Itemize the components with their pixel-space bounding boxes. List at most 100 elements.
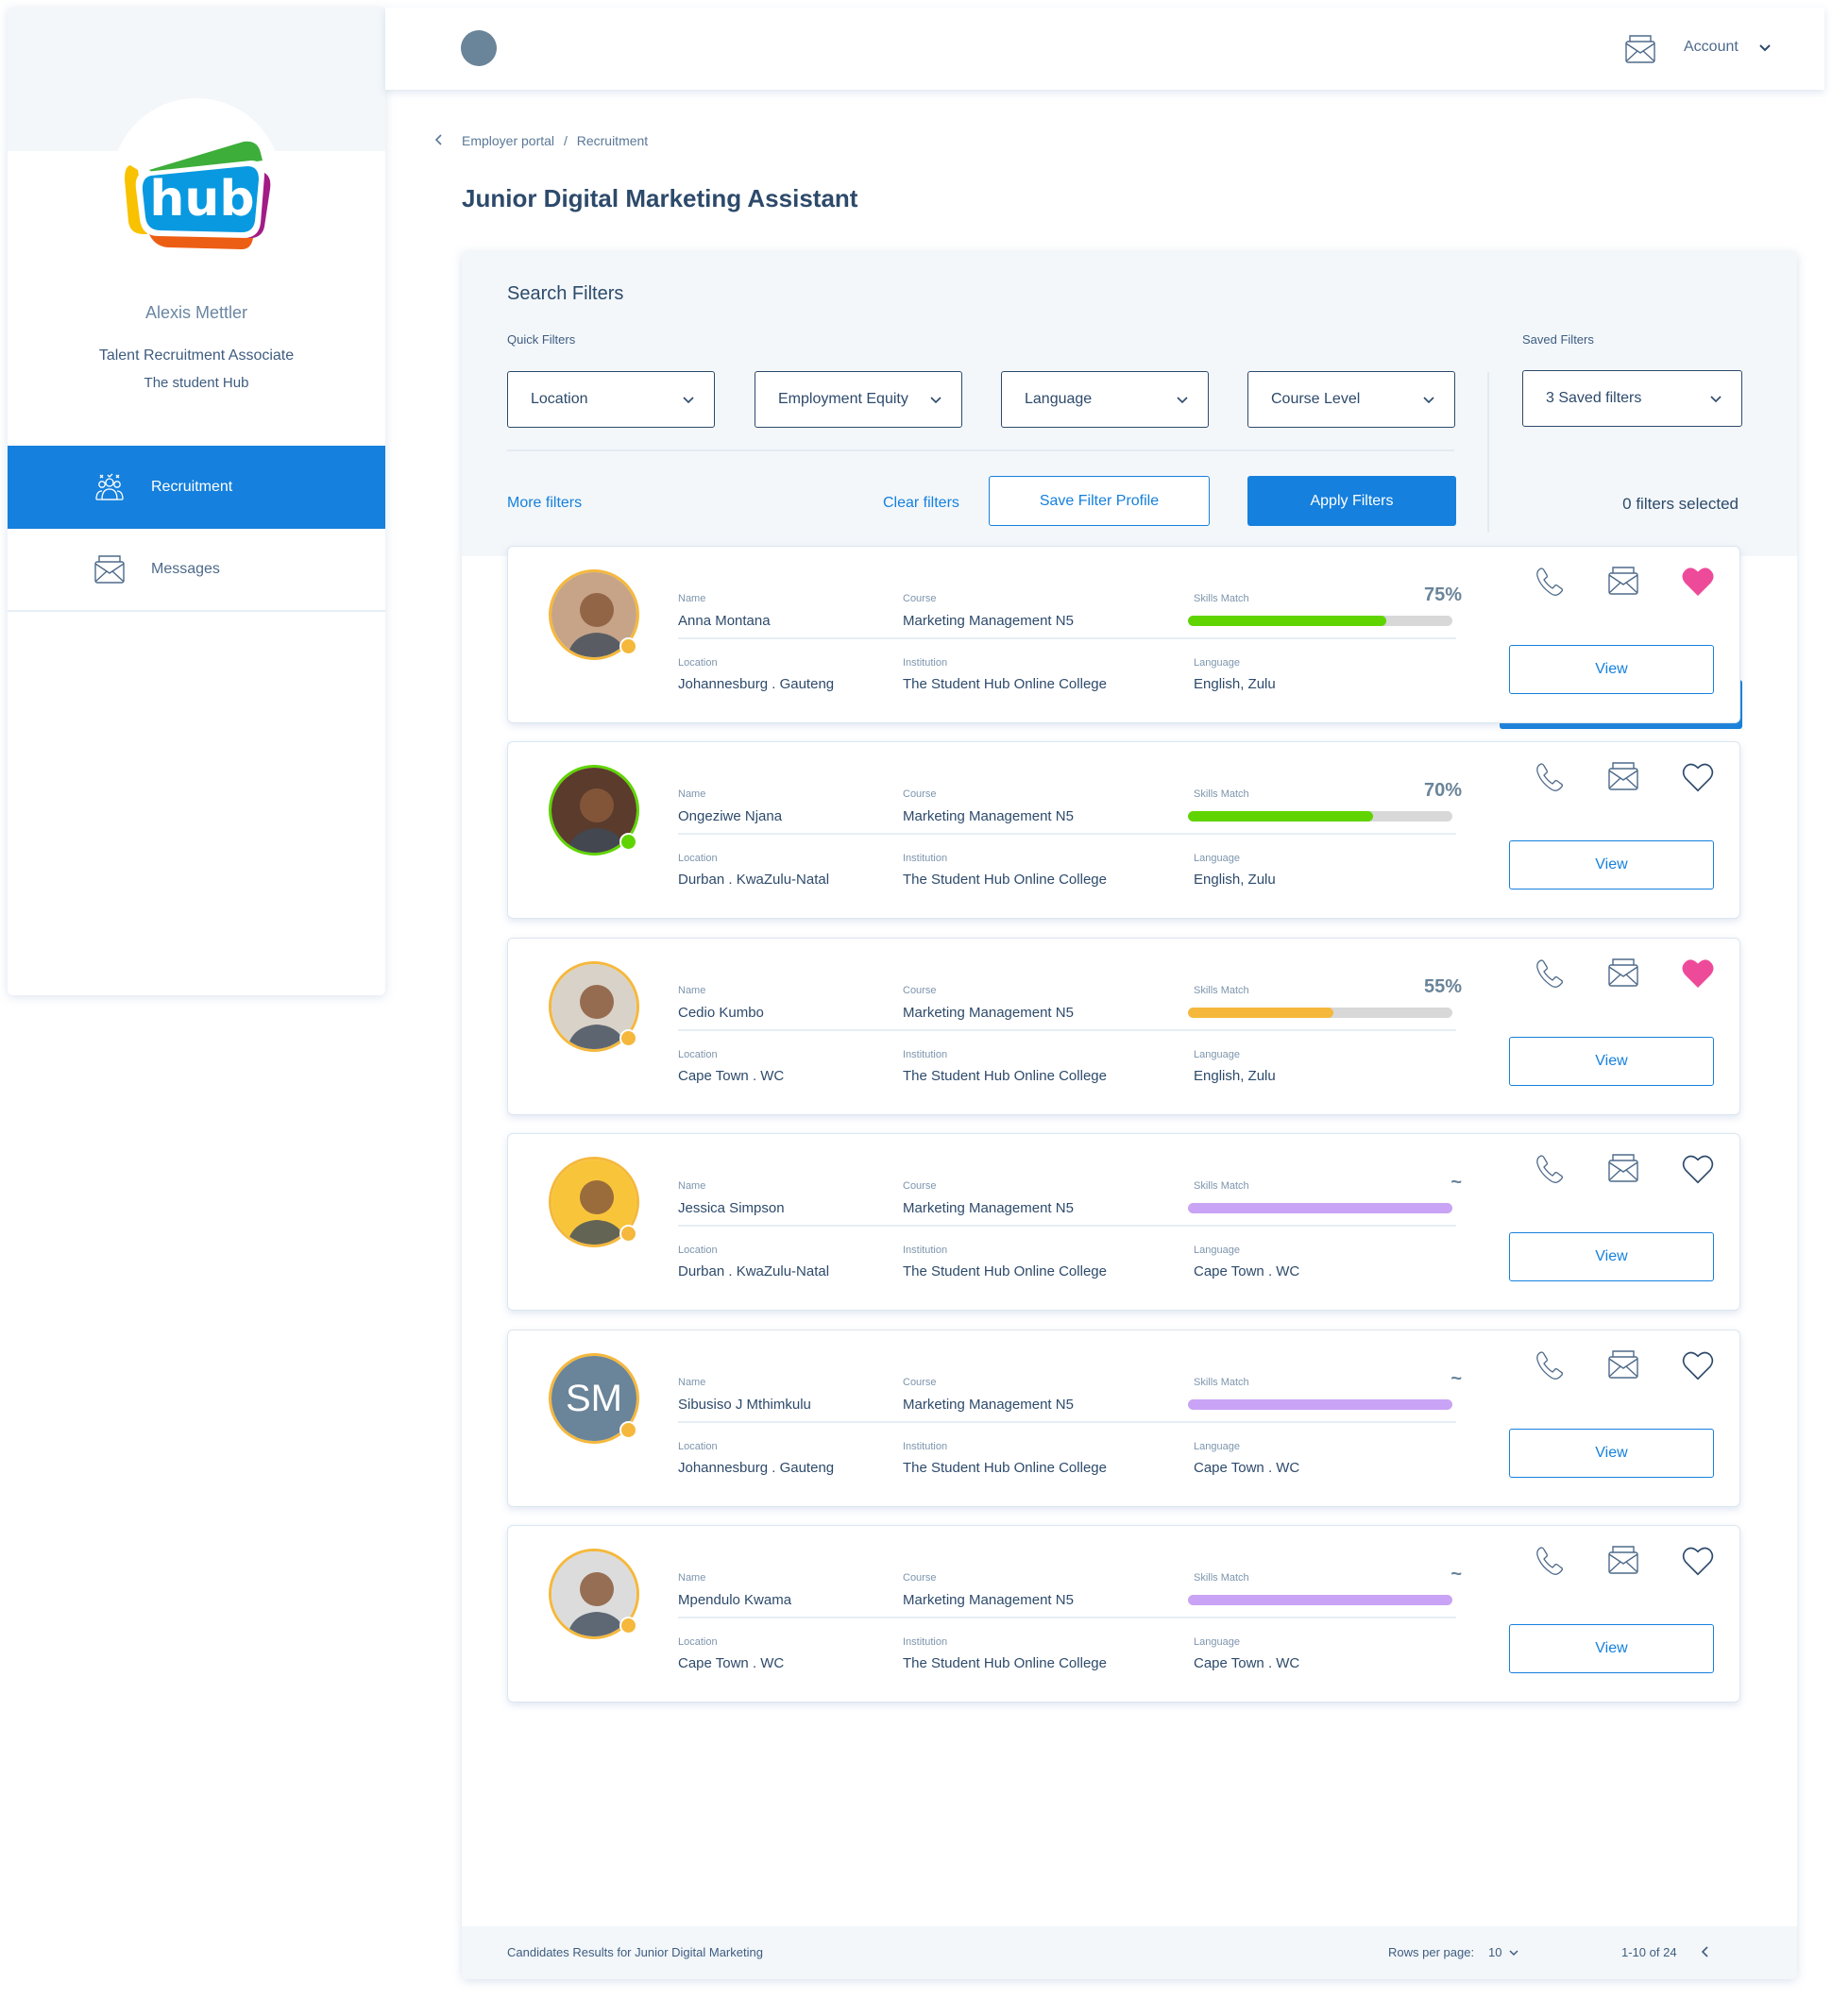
field-label: Location [678,1441,718,1452]
breadcrumb-item-recruitment[interactable]: Recruitment [577,133,648,148]
envelope-open-icon[interactable] [1607,761,1639,793]
apply-filters-button[interactable]: Apply Filters [1247,476,1456,526]
clear-filters-link[interactable]: Clear filters [883,495,959,512]
phone-icon[interactable] [1534,1545,1566,1577]
candidate-name[interactable]: Jessica Simpson [678,1200,785,1216]
view-candidate-button[interactable]: View [1509,1624,1714,1673]
search-filters: Search Filters Quick Filters Saved Filte… [462,251,1797,556]
quick-filters-label: Quick Filters [507,332,576,347]
view-candidate-button[interactable]: View [1509,1429,1714,1478]
envelope-open-icon[interactable] [1607,957,1639,990]
candidate-language: Cape Town . WC [1194,1263,1300,1279]
chevron-down-icon [1177,397,1188,404]
skills-match-value: 75% [1423,584,1462,605]
skills-match-value: 70% [1423,780,1462,801]
candidate-course: Marketing Management N5 [903,613,1074,629]
field-label: Course [903,985,937,996]
course-level-filter-select[interactable]: Course Level [1247,371,1455,428]
candidate-institution: The Student Hub Online College [903,1460,1107,1476]
candidate-name[interactable]: Ongeziwe Njana [678,808,782,824]
candidate-course: Marketing Management N5 [903,1592,1074,1608]
chevron-down-icon[interactable] [1757,40,1773,55]
candidate-name[interactable]: Anna Montana [678,613,771,629]
candidate-name[interactable]: Sibusiso J Mthimkulu [678,1397,811,1413]
skills-match-bar [1188,1595,1452,1605]
top-header: Account [385,8,1824,90]
view-candidate-button[interactable]: View [1509,840,1714,889]
envelope-open-icon [91,551,128,588]
svg-text:hub: hub [149,171,254,228]
candidate-institution: The Student Hub Online College [903,1655,1107,1671]
envelope-open-icon[interactable] [1607,1153,1639,1185]
skills-match-bar-fill [1188,1008,1333,1018]
candidate-language: English, Zulu [1194,1068,1276,1084]
view-candidate-button[interactable]: View [1509,645,1714,694]
phone-icon[interactable] [1534,1153,1566,1185]
heart-filled-icon[interactable] [1681,566,1714,598]
phone-icon[interactable] [1534,761,1566,793]
field-label: Skills Match [1194,593,1249,604]
more-filters-link[interactable]: More filters [507,495,582,512]
phone-icon[interactable] [1534,1349,1566,1381]
sidebar-item-messages[interactable]: Messages [8,529,385,612]
user-role: Talent Recruitment Associate [98,347,295,364]
chevron-down-icon[interactable] [1508,1947,1519,1958]
field-label: Course [903,1377,937,1388]
sidebar-item-label: Messages [151,561,220,577]
chevron-left-icon[interactable] [1700,1945,1711,1958]
hub-logo: hub [125,141,271,249]
breadcrumb-item-employer-portal[interactable]: Employer portal [462,133,554,148]
saved-filters-select[interactable]: 3 Saved filters [1522,370,1742,427]
field-label: Course [903,1572,937,1584]
envelope-open-icon[interactable] [1624,34,1656,64]
phone-icon[interactable] [1534,957,1566,990]
language-filter-select[interactable]: Language [1001,371,1209,428]
candidate-course: Marketing Management N5 [903,808,1074,824]
candidate-name[interactable]: Cedio Kumbo [678,1005,764,1021]
header-avatar[interactable] [461,30,497,66]
candidate-course: Marketing Management N5 [903,1005,1074,1021]
field-label: Institution [903,657,948,669]
field-label: Language [1194,1441,1240,1452]
skills-match-bar-fill [1188,1595,1452,1605]
envelope-open-icon[interactable] [1607,1349,1639,1381]
field-label: Institution [903,1245,948,1256]
rows-per-page-select[interactable]: 10 [1488,1945,1501,1959]
candidate-language: Cape Town . WC [1194,1655,1300,1671]
save-filter-profile-button[interactable]: Save Filter Profile [989,476,1210,526]
heart-outline-icon[interactable] [1681,1545,1714,1577]
field-label: Language [1194,1049,1240,1060]
account-menu[interactable]: Account [1684,39,1739,56]
field-label: Name [678,593,706,604]
divider [678,1225,1456,1227]
candidate-institution: The Student Hub Online College [903,676,1107,692]
candidate-language: Cape Town . WC [1194,1460,1300,1476]
skills-match-value: ~ [1450,1564,1462,1584]
phone-icon[interactable] [1534,566,1566,598]
heart-outline-icon[interactable] [1681,761,1714,793]
skills-match-bar [1188,1399,1452,1410]
employment-equity-filter-select[interactable]: Employment Equity [755,371,962,428]
heart-outline-icon[interactable] [1681,1349,1714,1381]
chevron-down-icon [683,397,694,404]
heart-outline-icon[interactable] [1681,1153,1714,1185]
location-filter-select[interactable]: Location [507,371,715,428]
heart-filled-icon[interactable] [1681,957,1714,990]
status-dot [619,1421,637,1439]
envelope-open-icon[interactable] [1607,1545,1639,1577]
field-label: Name [678,985,706,996]
skills-match-bar-fill [1188,1399,1452,1410]
view-candidate-button[interactable]: View [1509,1232,1714,1281]
candidate-name[interactable]: Mpendulo Kwama [678,1592,791,1608]
skills-match-value: ~ [1450,1172,1462,1193]
field-label: Institution [903,853,948,864]
view-candidate-button[interactable]: View [1509,1037,1714,1086]
divider [507,449,1454,451]
sidebar-item-label: Recruitment [151,479,233,495]
field-label: Location [678,1636,718,1648]
envelope-open-icon[interactable] [1607,566,1639,598]
field-label: Course [903,1180,937,1192]
field-label: Language [1194,1245,1240,1256]
sidebar-item-recruitment[interactable]: Recruitment [8,446,385,529]
chevron-left-icon[interactable] [433,132,446,147]
